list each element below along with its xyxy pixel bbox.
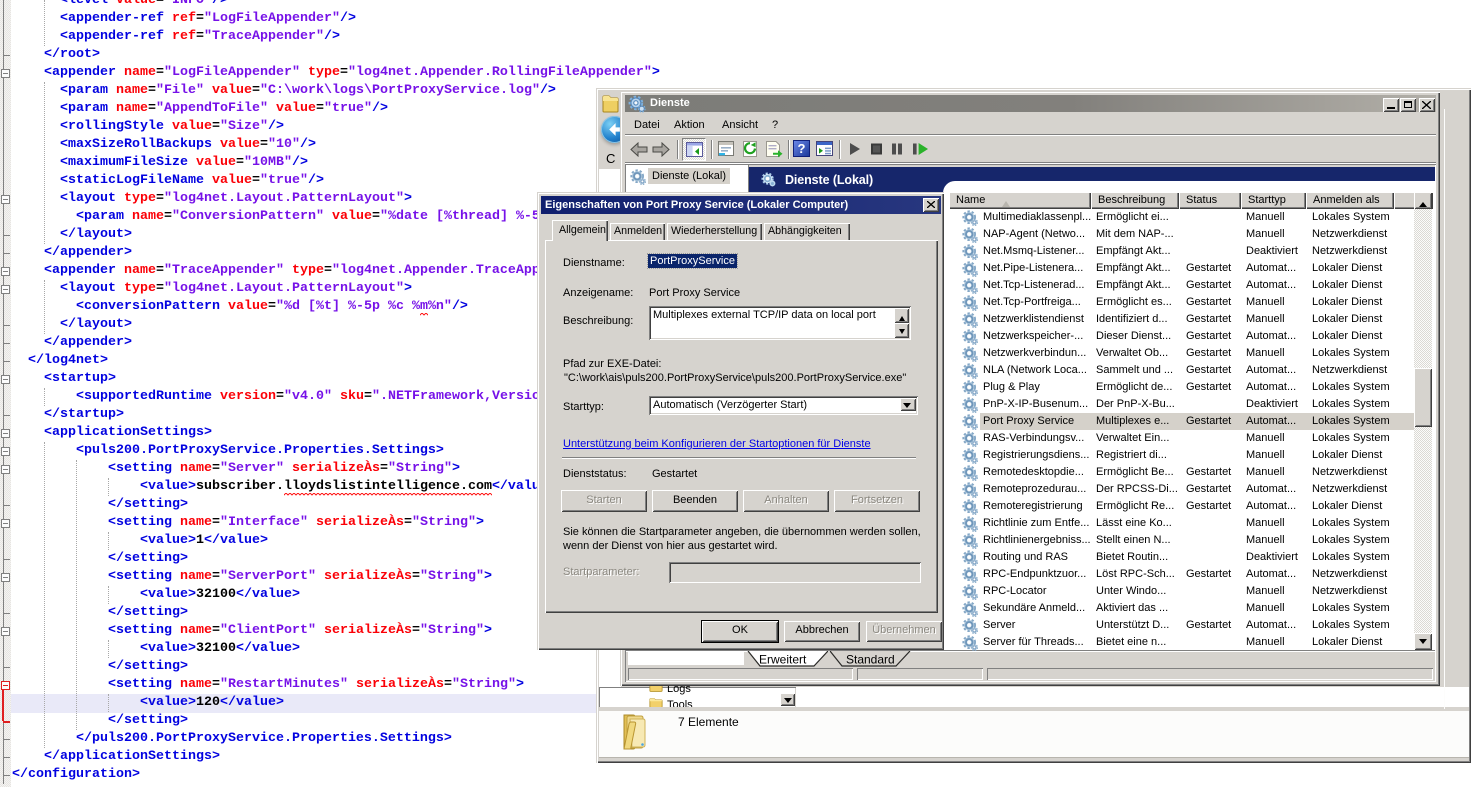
svg-text:Standard: Standard (846, 653, 895, 667)
svg-text:Erweitert: Erweitert (759, 653, 807, 667)
